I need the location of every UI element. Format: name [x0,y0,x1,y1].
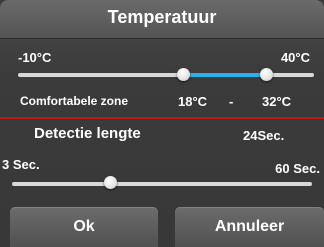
detection-slider-track [12,182,312,186]
dialog-title: Temperatuur [107,7,217,27]
comfort-zone-low-value: 18°C [178,94,208,109]
detection-length-slider[interactable] [12,176,312,190]
temperature-low-thumb[interactable] [177,68,191,81]
cancel-button[interactable]: Annuleer [175,207,324,247]
temperature-max-label: 40°C [280,50,310,65]
detection-max-label: 60 Sec. [275,161,320,176]
detection-length-value: 24Sec. [243,128,285,143]
dialog-titlebar: Temperatuur [0,0,324,39]
comfort-zone-high-value: 32°C [262,94,292,109]
comfort-zone-separator: - [229,94,234,109]
detection-min-label: 3 Sec. [2,157,40,172]
temperature-min-label: -10°C [18,50,52,65]
comfort-zone-label: Comfortabele zone [20,94,129,108]
temperature-dialog: Temperatuur -10°C 40°C Comfortabele zone… [0,0,324,247]
ok-button[interactable]: Ok [10,207,158,247]
temperature-range-slider[interactable] [18,68,314,82]
temperature-high-thumb[interactable] [260,68,274,81]
detection-length-label: Detectie lengte [34,125,141,142]
detection-slider-thumb[interactable] [103,176,117,189]
temperature-comfort-range-fill [183,73,267,77]
section-divider [0,117,324,119]
